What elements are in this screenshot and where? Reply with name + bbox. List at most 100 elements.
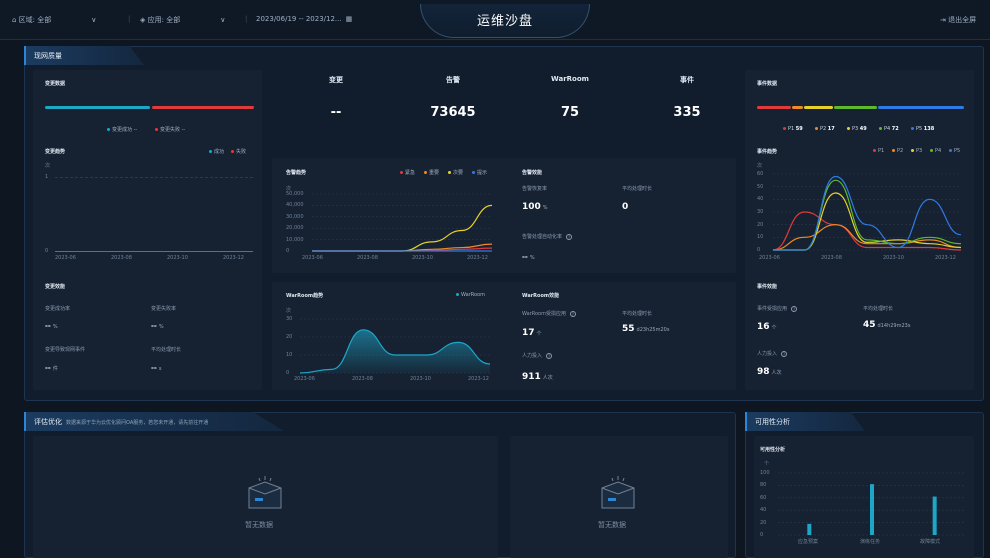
help-icon[interactable]: ? bbox=[566, 233, 573, 240]
success-rate-label: 变更成功率 bbox=[45, 306, 71, 312]
availability-card: 可用性分析 个 100 80 60 40 20 0 应急预案 演练任务 故障模式 bbox=[754, 436, 974, 558]
incident-label: 变更导致现网事件 bbox=[45, 347, 86, 353]
y-tick: 30 bbox=[286, 316, 293, 322]
y-tick: 20,000 bbox=[286, 225, 304, 232]
warroom-area bbox=[300, 329, 490, 373]
legend-urgent: 紧急 bbox=[400, 169, 415, 176]
change-success-bar bbox=[45, 106, 150, 109]
legend-change-fail: 变更失败 -- bbox=[155, 126, 185, 133]
warroom-card: WarRoom趋势 WarRoom 次 30 20 10 0 2023-06 2023… bbox=[272, 282, 736, 390]
x-tick: 故障模式 bbox=[920, 539, 941, 545]
y-tick: 20 bbox=[286, 334, 293, 340]
chevron-down-icon: ∨ bbox=[91, 16, 97, 24]
x-tick: 演练任务 bbox=[860, 539, 881, 545]
y-tick: 80 bbox=[760, 482, 767, 489]
y-unit: 次 bbox=[286, 308, 292, 314]
help-icon[interactable]: ? bbox=[791, 305, 798, 312]
avg-time-value: -- s bbox=[151, 364, 162, 372]
auto-rate-value: --% bbox=[522, 253, 535, 261]
p4-bar bbox=[834, 106, 877, 109]
summary-label-warroom: WarRoom bbox=[551, 75, 589, 83]
exit-fullscreen-button[interactable]: ⇥ 退出全屏 bbox=[940, 15, 976, 25]
change-effect-title: 变更效能 bbox=[45, 284, 66, 290]
legend-success: 成功 bbox=[209, 148, 224, 155]
alarm-effect-title: 告警效能 bbox=[522, 170, 543, 176]
evaluate-card-2: 暂无数据 bbox=[510, 436, 728, 558]
series-line-zero bbox=[55, 251, 253, 252]
y-tick: 0 bbox=[760, 532, 764, 538]
warroom-trend-title: WarRoom趋势 bbox=[286, 293, 324, 299]
x-tick: 2023-08 bbox=[352, 376, 373, 382]
y-tick: 1 bbox=[45, 174, 49, 180]
warroom-people-label: 人力投入? bbox=[522, 352, 553, 359]
region-icon: ⌂ bbox=[12, 16, 19, 24]
warroom-app-value: 17 个 bbox=[522, 328, 542, 338]
x-tick: 2023-06 bbox=[302, 255, 323, 261]
availability-chart bbox=[778, 472, 966, 536]
change-data-title: 变更数据 bbox=[45, 81, 66, 87]
summary-label-event: 事件 bbox=[680, 76, 694, 84]
p2-bar bbox=[792, 106, 803, 109]
availability-title: 可用性分析 bbox=[760, 447, 786, 453]
alarm-avg-value: 0 bbox=[622, 202, 629, 212]
bar-演练任务 bbox=[870, 484, 874, 535]
y-tick: 40 bbox=[757, 196, 764, 203]
p1-bar bbox=[757, 106, 791, 109]
x-tick: 2023-06 bbox=[294, 376, 315, 382]
x-tick: 2023-12 bbox=[468, 376, 489, 382]
tab-availability[interactable]: 可用性分析 bbox=[745, 412, 865, 431]
summary-value-warroom: 75 bbox=[560, 105, 580, 120]
recover-rate-value: 100% bbox=[522, 202, 548, 212]
y-tick: 10 bbox=[286, 352, 293, 358]
y-tick: 0 bbox=[286, 370, 290, 376]
legend-hint: 提示 bbox=[472, 169, 487, 176]
warroom-app-label: WarRoom受损应用? bbox=[522, 310, 576, 317]
help-icon[interactable]: ? bbox=[569, 310, 576, 317]
tab-network-quality[interactable]: 现网质量 bbox=[24, 46, 144, 65]
y-tick: 40,000 bbox=[286, 202, 304, 209]
event-app-value: 16 个 bbox=[757, 322, 777, 332]
y-tick: 50,000 bbox=[286, 191, 304, 197]
alarm-card: 告警趋势 紧急 重要 次要 提示 次 50,000 40,000 30,000 20,… bbox=[272, 158, 736, 273]
x-tick: 2023-06 bbox=[759, 255, 780, 261]
y-tick: 30 bbox=[757, 209, 764, 215]
event-trend-title: 事件趋势 bbox=[757, 149, 778, 155]
y-unit: 次 bbox=[45, 163, 51, 169]
legend-p3: P3 bbox=[911, 148, 922, 154]
empty-text: 暂无数据 bbox=[598, 521, 626, 529]
x-tick: 2023-08 bbox=[357, 255, 378, 261]
legend-minor: 次要 bbox=[448, 169, 463, 176]
tab-evaluate[interactable]: 评估优化 数据来源于华为云优化顾问OA服务，若您未开通，请先前往开通 bbox=[24, 412, 284, 431]
legend-p5: P5 138 bbox=[911, 126, 934, 132]
p5-bar bbox=[878, 106, 964, 109]
x-tick: 2023-08 bbox=[821, 255, 842, 261]
help-icon[interactable]: ? bbox=[781, 350, 788, 357]
divider: | bbox=[245, 15, 248, 23]
event-card: 事件数据 P1 59 P2 17 P3 49 P4 72 P5 138 事件趋势… bbox=[745, 70, 974, 390]
series-line-P5 bbox=[772, 175, 962, 251]
alarm-avg-label: 平均处理时长 bbox=[622, 186, 653, 192]
help-icon[interactable]: ? bbox=[546, 352, 553, 359]
event-trend-chart bbox=[772, 173, 962, 251]
app-filter[interactable]: ◈ 应用: 全部 ∨ bbox=[140, 15, 225, 25]
alarm-trend-chart bbox=[312, 193, 493, 252]
evaluate-card-1: 暂无数据 bbox=[33, 436, 498, 558]
incident-value: -- 件 bbox=[45, 364, 58, 372]
legend-p2: P2 17 bbox=[815, 126, 835, 132]
x-tick: 应急预案 bbox=[798, 539, 819, 545]
success-rate-value: --% bbox=[45, 322, 58, 330]
region-filter[interactable]: ⌂ 区域: 全部 ∨ bbox=[12, 15, 96, 25]
y-tick: 10,000 bbox=[286, 236, 304, 243]
fail-rate-label: 变更失败率 bbox=[151, 306, 177, 312]
summary-label-change: 变更 bbox=[329, 76, 343, 84]
bar-故障模式 bbox=[932, 496, 937, 535]
warroom-trend-chart bbox=[299, 318, 491, 374]
avg-time-label: 平均处理时长 bbox=[151, 347, 182, 353]
y-unit: 个 bbox=[764, 461, 770, 467]
y-tick: 100 bbox=[760, 470, 770, 476]
page-title: 运维沙盘 bbox=[476, 14, 533, 29]
p3-bar bbox=[804, 106, 833, 109]
top-bar: ⌂ 区域: 全部 ∨ | ◈ 应用: 全部 ∨ | 2023/06/19 -- 20… bbox=[0, 0, 990, 40]
calendar-icon: ▦ bbox=[345, 15, 353, 23]
date-range-picker[interactable]: 2023/06/19 -- 2023/12... ▦ bbox=[256, 15, 352, 23]
